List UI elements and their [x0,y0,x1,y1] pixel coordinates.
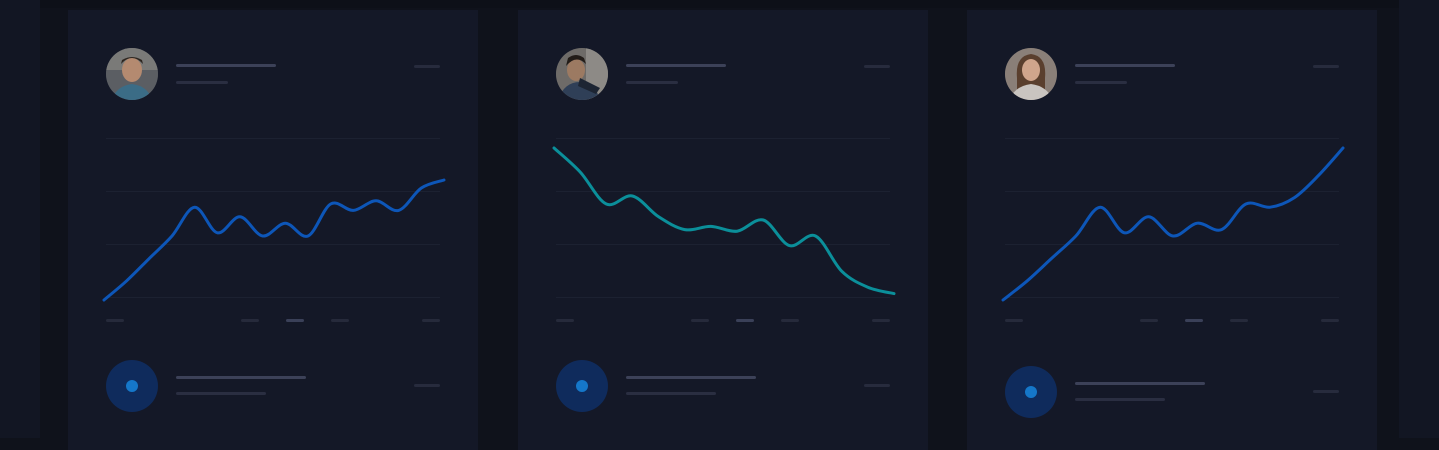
x-tick [781,319,799,322]
x-tick [1321,319,1339,322]
subtitle-placeholder [176,81,228,84]
footer-title-placeholder [176,376,306,379]
x-tick [1230,319,1248,322]
footer-sub-placeholder [1075,398,1165,401]
background-stripe [1399,0,1439,438]
avatar[interactable] [106,48,158,100]
series-line [1001,146,1345,302]
x-tick [106,319,124,322]
user-photo-icon [556,48,608,100]
status-dot [1025,386,1037,398]
x-tick [556,319,574,322]
x-tick [331,319,349,322]
subtitle-placeholder [626,81,678,84]
user-photo-icon [106,48,158,100]
x-tick [241,319,259,322]
x-tick [1140,319,1158,322]
x-tick [691,319,709,322]
footer-sub-placeholder [626,392,716,395]
x-tick-active[interactable] [736,319,754,322]
line-chart [1001,146,1345,302]
status-badge[interactable] [106,360,158,412]
footer-meta-placeholder [864,384,890,387]
profile-card[interactable] [518,10,928,450]
avatar[interactable] [556,48,608,100]
line-chart [102,178,446,302]
avatar[interactable] [1005,48,1057,100]
x-tick [872,319,890,322]
top-bar [0,0,1439,8]
footer-sub-placeholder [176,392,266,395]
series-line [102,178,446,302]
status-badge[interactable] [1005,366,1057,418]
footer-title-placeholder [626,376,756,379]
x-tick-active[interactable] [1185,319,1203,322]
line-chart [552,146,896,296]
name-placeholder [1075,64,1175,67]
footer-title-placeholder [1075,382,1205,385]
profile-card[interactable] [68,10,478,450]
status-dot [576,380,588,392]
footer-meta-placeholder [414,384,440,387]
x-tick [422,319,440,322]
background-stripe [0,0,40,438]
series-line [552,146,896,296]
status-dot [126,380,138,392]
meta-placeholder [1313,65,1339,68]
profile-card[interactable] [967,10,1377,450]
status-badge[interactable] [556,360,608,412]
x-tick-active[interactable] [286,319,304,322]
subtitle-placeholder [1075,81,1127,84]
user-photo-icon [1005,48,1057,100]
x-tick [1005,319,1023,322]
name-placeholder [176,64,276,67]
name-placeholder [626,64,726,67]
meta-placeholder [864,65,890,68]
footer-meta-placeholder [1313,390,1339,393]
meta-placeholder [414,65,440,68]
